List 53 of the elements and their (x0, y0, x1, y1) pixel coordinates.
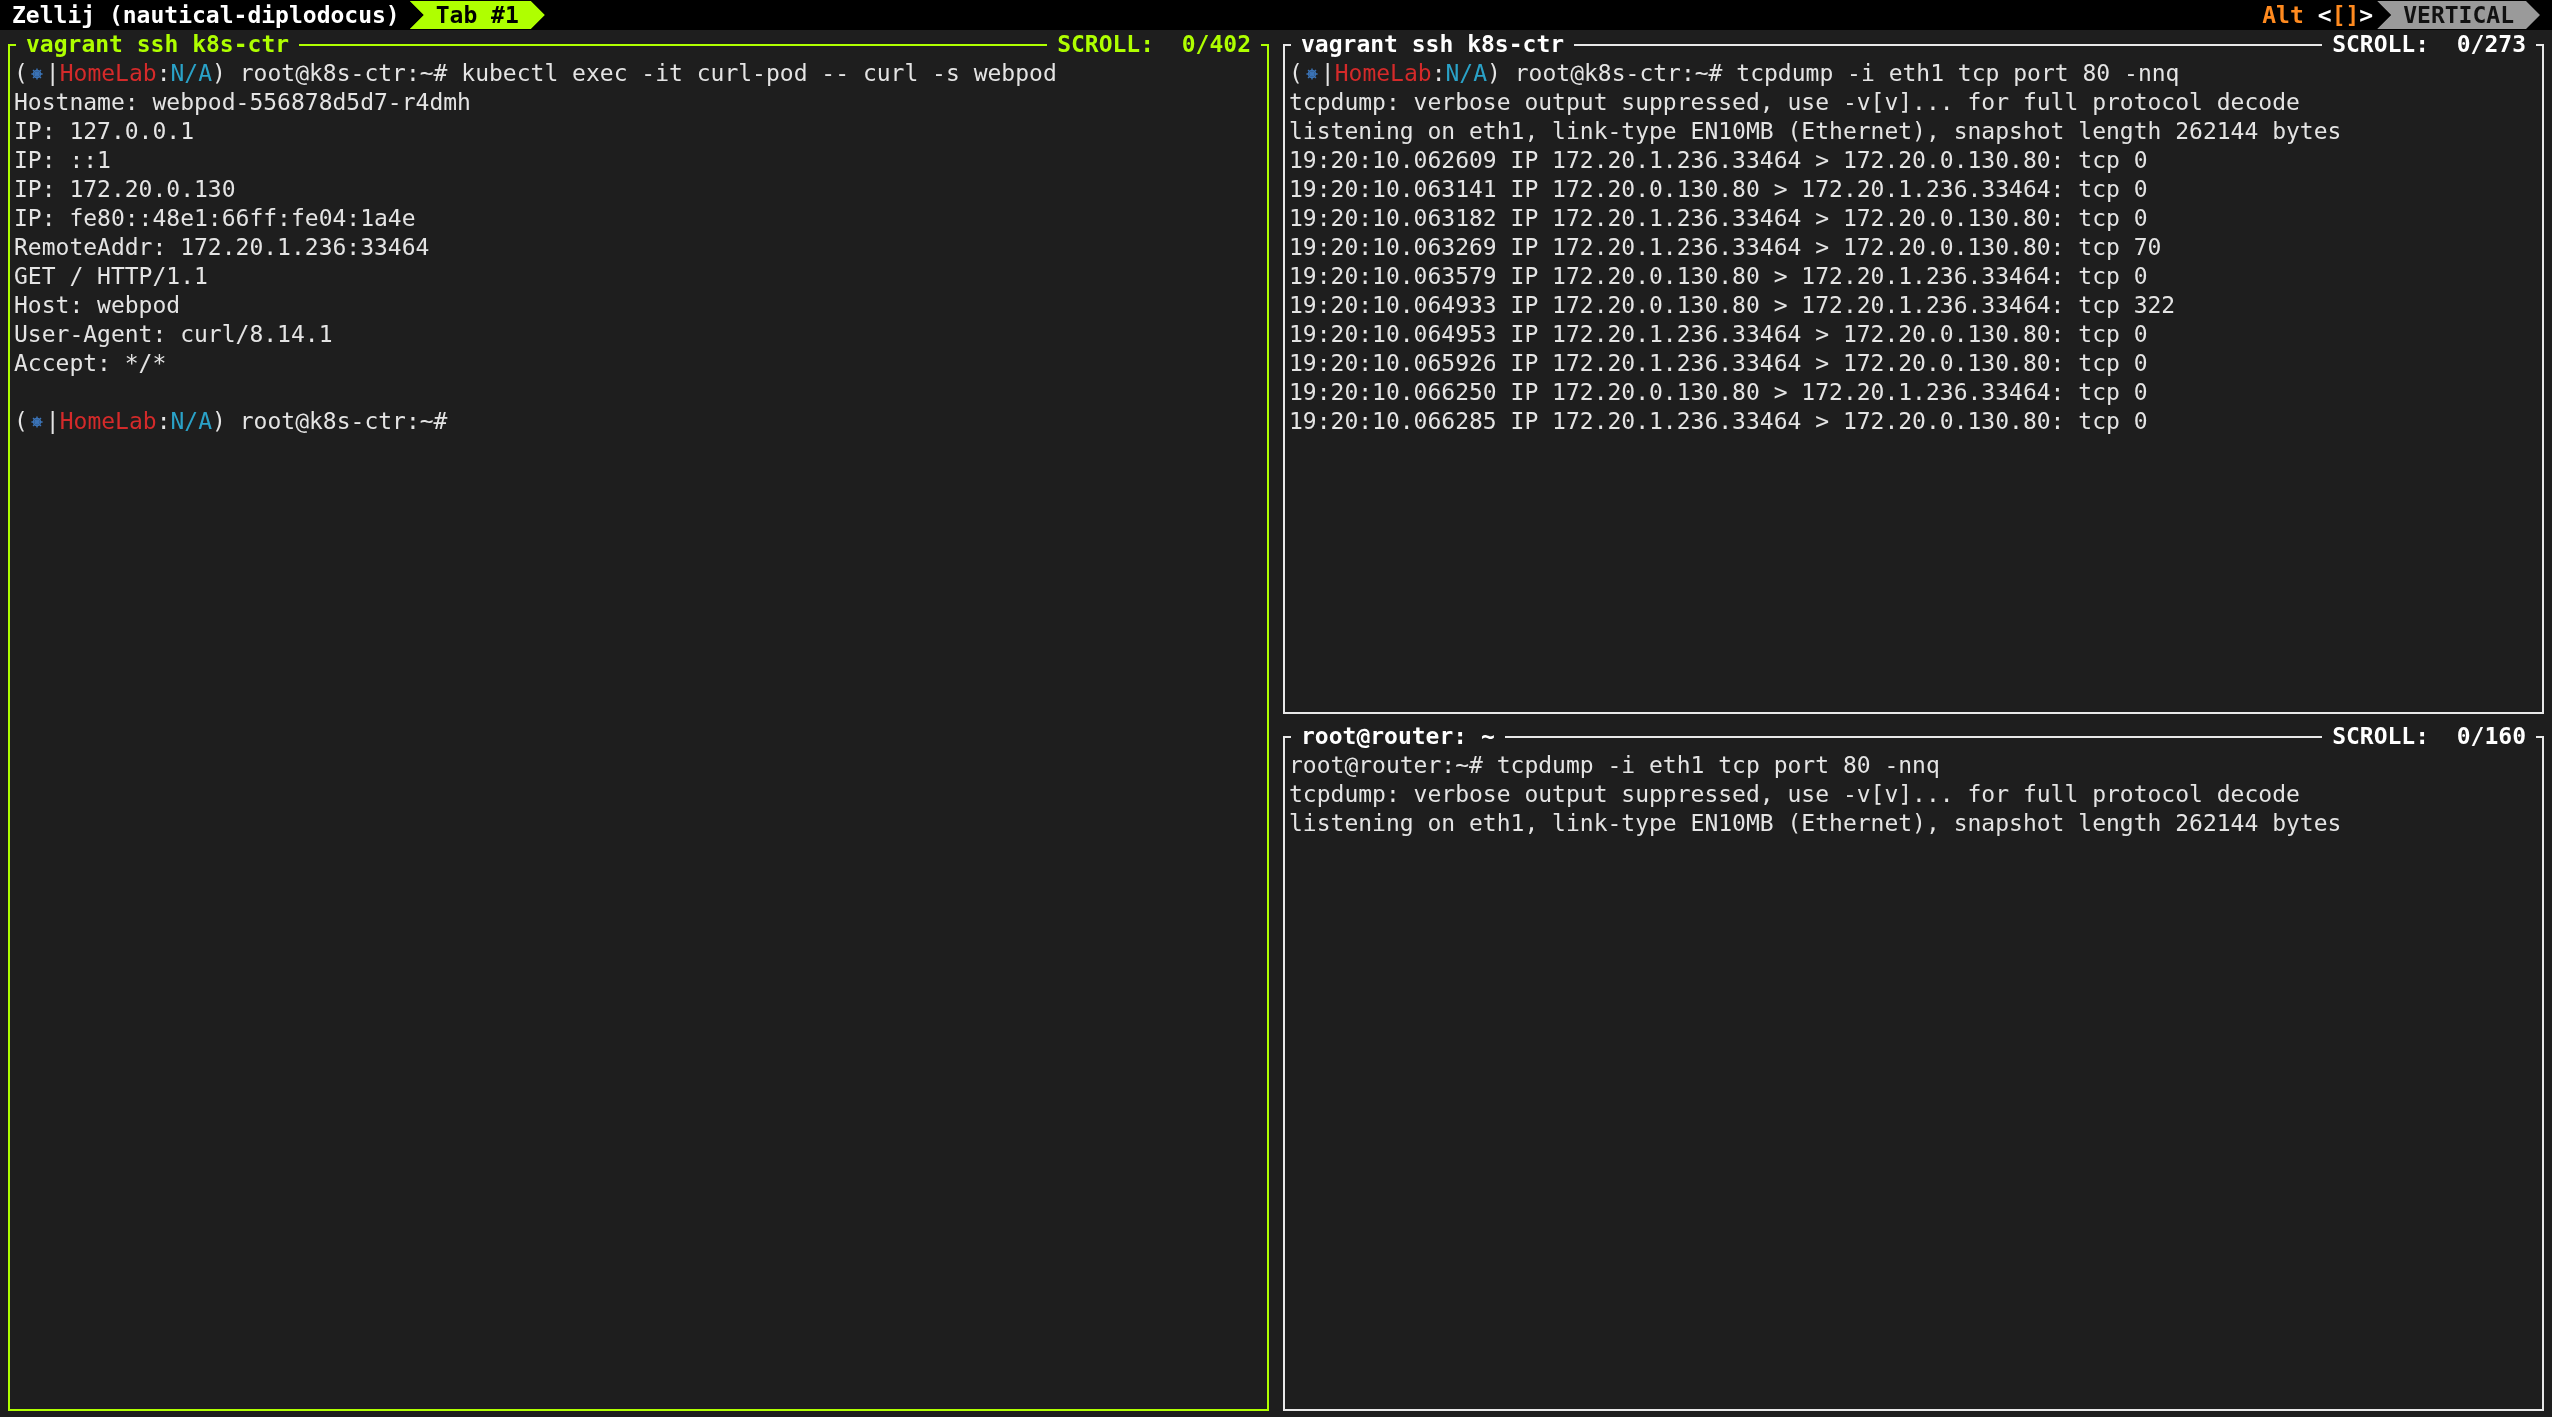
wheel-icon (1304, 66, 1319, 81)
prompt-text: ) root@k8s-ctr:~# tcpdump -i eth1 tcp port 80 -nnq (1487, 59, 2180, 88)
namespace-label: N/A (170, 59, 213, 88)
prompt-text: : (156, 59, 171, 88)
output-line: 19:20:10.065926 IP 172.20.1.236.33464 > 172.20.0.130.80: tcp 0 (1289, 349, 2148, 378)
context-label: HomeLab (59, 59, 157, 88)
output-line: listening on eth1, link-type EN10MB (Ethernet), snapshot length 262144 bytes (1289, 117, 2342, 146)
output-line: tcpdump: verbose output suppressed, use -v[v]... for full protocol decode (1289, 88, 2300, 117)
key-hint: Alt (2262, 2, 2304, 28)
output-line: Host: webpod (14, 291, 181, 320)
output-line: IP: 172.20.0.130 (14, 175, 236, 204)
prompt-text: | (45, 407, 60, 436)
wheel-icon (29, 414, 44, 429)
output-line: 19:20:10.062609 IP 172.20.1.236.33464 > 172.20.0.130.80: tcp 0 (1289, 146, 2148, 175)
output-line: 19:20:10.064933 IP 172.20.0.130.80 > 172.20.1.236.33464: tcp 322 (1289, 291, 2176, 320)
output-line: root@router:~# tcpdump -i eth1 tcp port 80 -nnq (1289, 751, 1940, 780)
prompt-text: ) root@k8s-ctr:~# kubectl exec -it curl-pod -- curl -s webpod (212, 59, 1057, 88)
output-line: 19:20:10.063141 IP 172.20.0.130.80 > 172.20.1.236.33464: tcp 0 (1289, 175, 2148, 204)
context-label: HomeLab (59, 407, 157, 436)
output-line: Accept: */* (14, 349, 167, 378)
output-line: tcpdump: verbose output suppressed, use -v[v]... for full protocol decode (1289, 780, 2300, 809)
key-hint: [] (2331, 2, 2360, 28)
hint-text: < (2317, 2, 2332, 28)
output-line: IP: 127.0.0.1 (14, 117, 194, 146)
output-line: 19:20:10.066250 IP 172.20.0.130.80 > 172.20.1.236.33464: tcp 0 (1289, 378, 2148, 407)
hint-text: > (2359, 2, 2374, 28)
wheel-icon (29, 66, 44, 81)
tab[interactable]: Tab #1 (409, 1, 545, 29)
output-line: GET / HTTP/1.1 (14, 262, 208, 291)
output-line: 19:20:10.066285 IP 172.20.1.236.33464 > 172.20.0.130.80: tcp 0 (1289, 407, 2148, 436)
prompt-text: ( (1289, 59, 1303, 88)
prompt-text: : (156, 407, 171, 436)
prompt-text: ( (14, 59, 28, 88)
output-line: IP: fe80::48e1:66ff:fe04:1a4e (14, 204, 416, 233)
namespace-label: N/A (170, 407, 213, 436)
output-line: 19:20:10.064953 IP 172.20.1.236.33464 > 172.20.0.130.80: tcp 0 (1289, 320, 2148, 349)
output-line: IP: ::1 (14, 146, 111, 175)
output-line: Hostname: webpod-556878d5d7-r4dmh (14, 88, 471, 117)
session-title: Zellij (nautical-diplodocus) (12, 2, 400, 28)
prompt-text: : (1431, 59, 1446, 88)
output-line: 19:20:10.063182 IP 172.20.1.236.33464 > 172.20.0.130.80: tcp 0 (1289, 204, 2148, 233)
output-line: listening on eth1, link-type EN10MB (Ethernet), snapshot length 262144 bytes (1289, 809, 2342, 838)
namespace-label: N/A (1445, 59, 1488, 88)
context-label: HomeLab (1334, 59, 1432, 88)
prompt-text: ( (14, 407, 28, 436)
output-line: RemoteAddr: 172.20.1.236:33464 (14, 233, 430, 262)
prompt-text: | (1320, 59, 1335, 88)
mode-indicator: VERTICAL (2377, 1, 2540, 29)
prompt-text: ) root@k8s-ctr:~# (212, 407, 448, 436)
output-line: 19:20:10.063579 IP 172.20.0.130.80 > 172.20.1.236.33464: tcp 0 (1289, 262, 2148, 291)
output-line: 19:20:10.063269 IP 172.20.1.236.33464 > 172.20.0.130.80: tcp 70 (1289, 233, 2162, 262)
prompt-text: | (45, 59, 60, 88)
output-line: User-Agent: curl/8.14.1 (14, 320, 333, 349)
